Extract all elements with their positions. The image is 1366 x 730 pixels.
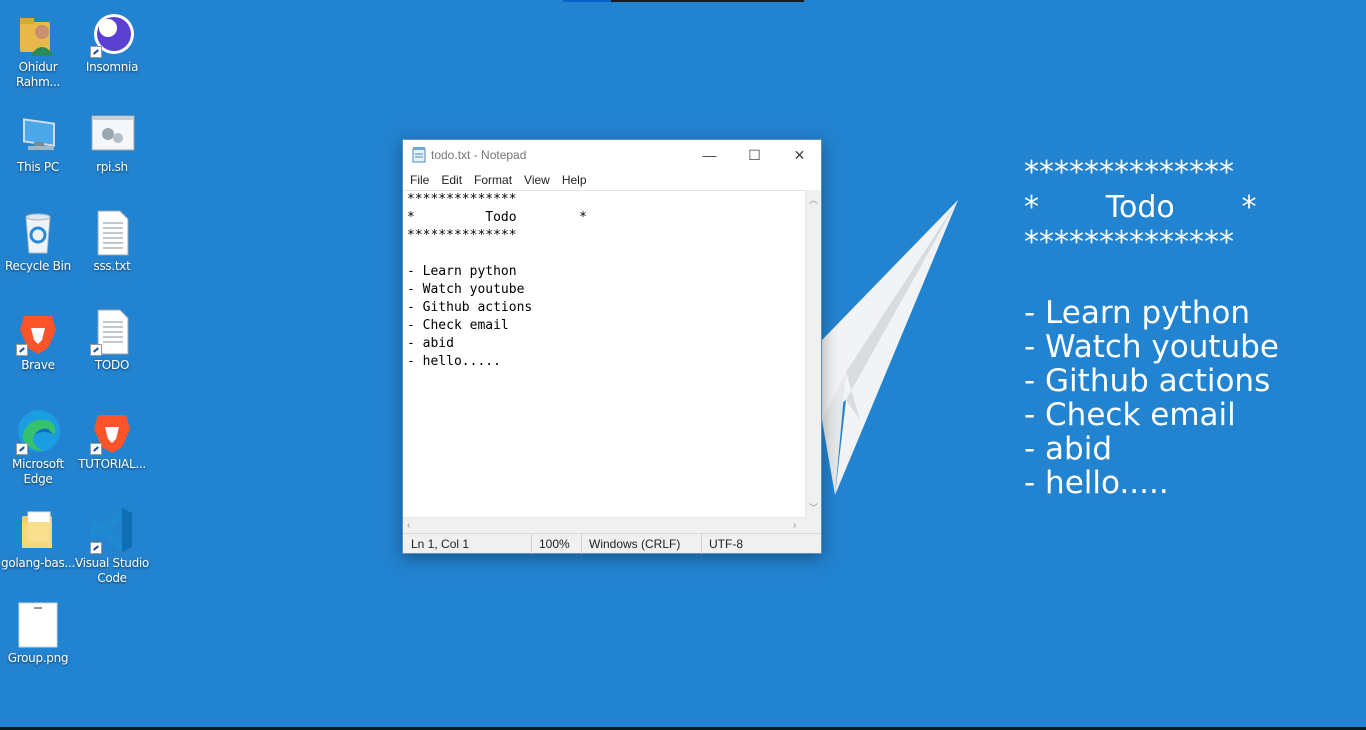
desktop-icon-label: Insomnia: [85, 60, 139, 74]
brave-icon: [88, 407, 136, 455]
wallpaper-item: - Watch youtube: [1024, 329, 1279, 365]
desktop-icon-label: This PC: [17, 160, 59, 174]
shortcut-arrow-icon: [90, 443, 102, 455]
desktop-icon-group-png[interactable]: Group.png: [0, 595, 76, 689]
wallpaper-item: - Github actions: [1024, 363, 1271, 399]
scrollbar-corner: [805, 517, 821, 534]
desktop-icon-sss-txt[interactable]: sss.txt: [74, 203, 150, 297]
insomnia-icon: [88, 10, 136, 58]
menu-file[interactable]: File: [410, 173, 429, 187]
desktop-icon-label: golang-bas...: [1, 556, 75, 570]
wallpaper-item: - Learn python: [1024, 295, 1250, 331]
computer-icon: [14, 110, 62, 158]
menu-bar: File Edit Format View Help: [403, 170, 821, 190]
desktop-icon-label: TODO: [94, 358, 130, 372]
desktop-icon-label: Brave: [21, 358, 55, 372]
desktop-icon-label: Group.png: [7, 651, 69, 665]
close-button[interactable]: ✕: [777, 140, 822, 170]
desktop-icon-tutorial[interactable]: TUTORIAL...: [74, 401, 150, 495]
shortcut-arrow-icon: [16, 443, 28, 455]
vscode-icon: [88, 506, 136, 554]
desktop-icon-microsoft-edge[interactable]: Microsoft Edge: [0, 401, 76, 495]
status-divider: [581, 534, 582, 554]
brave-icon: [14, 308, 62, 356]
shortcut-arrow-icon: [90, 542, 102, 554]
folder-icon: [14, 506, 62, 554]
wallpaper-item: - hello.....: [1024, 465, 1169, 501]
desktop-icon-label: Microsoft Edge: [12, 457, 64, 486]
status-bar: Ln 1, Col 1 100% Windows (CRLF) UTF-8: [403, 533, 821, 554]
desktop-icon-label: rpi.sh: [96, 160, 128, 174]
window-title: todo.txt - Notepad: [431, 148, 527, 162]
notepad-titlebar[interactable]: todo.txt - Notepad — ☐ ✕: [403, 140, 821, 170]
scroll-right-icon[interactable]: ›: [793, 520, 796, 531]
editor-content[interactable]: ************** * Todo * ************** -…: [403, 191, 807, 371]
recycle-bin-icon: [14, 209, 62, 257]
menu-edit[interactable]: Edit: [441, 173, 462, 187]
shell-script-icon: [88, 110, 136, 158]
zoom-level: 100%: [539, 537, 570, 551]
text-file-icon: [88, 308, 136, 356]
horizontal-scrollbar[interactable]: ‹ ›: [403, 517, 805, 534]
desktop-icon-label: Recycle Bin: [5, 259, 71, 273]
maximize-button[interactable]: ☐: [732, 140, 777, 170]
desktop: ************** * Todo * ************** -…: [0, 0, 1366, 730]
line-ending: Windows (CRLF): [589, 537, 681, 551]
desktop-icon-this-pc[interactable]: This PC: [0, 104, 76, 198]
notepad-icon: [412, 147, 426, 163]
shortcut-arrow-icon: [90, 344, 102, 356]
desktop-icon-label: sss.txt: [93, 259, 131, 273]
cursor-position: Ln 1, Col 1: [411, 537, 470, 551]
wallpaper-title-line: * Todo *: [1024, 190, 1257, 225]
wallpaper-item: - abid: [1024, 431, 1113, 467]
desktop-icon-brave[interactable]: Brave: [0, 302, 76, 396]
desktop-icon-label: TUTORIAL...: [78, 457, 146, 471]
vertical-scrollbar[interactable]: ︿ ﹀: [805, 190, 821, 517]
desktop-icon-recycle-bin[interactable]: Recycle Bin: [0, 203, 76, 297]
wallpaper-stars-top: **************: [1024, 155, 1234, 190]
desktop-icon-golang-folder[interactable]: golang-bas...: [0, 500, 76, 594]
scroll-up-icon[interactable]: ︿: [809, 193, 818, 206]
desktop-icon-todo[interactable]: TODO: [74, 302, 150, 396]
edge-icon: [14, 407, 62, 455]
desktop-icon-visual-studio-code[interactable]: Visual Studio Code: [74, 500, 150, 594]
scroll-left-icon[interactable]: ‹: [407, 520, 410, 531]
status-divider: [531, 534, 532, 554]
text-editor-area[interactable]: ************** * Todo * ************** -…: [403, 190, 807, 507]
desktop-icon-label: Ohidur Rahm...: [15, 60, 61, 89]
text-file-icon: [88, 209, 136, 257]
wallpaper-item: - Check email: [1024, 397, 1236, 433]
user-folder-icon: [14, 10, 62, 58]
image-file-icon: [14, 601, 62, 649]
shortcut-arrow-icon: [90, 46, 102, 58]
scroll-down-icon[interactable]: ﹀: [809, 501, 818, 514]
desktop-icon-rpi-sh[interactable]: rpi.sh: [74, 104, 150, 198]
menu-help[interactable]: Help: [562, 173, 587, 187]
desktop-icon-label: Visual Studio Code: [75, 556, 149, 585]
menu-view[interactable]: View: [524, 173, 550, 187]
status-divider: [701, 534, 702, 554]
wallpaper-todo-text: ************** * Todo * ************** -…: [1024, 155, 1279, 501]
notepad-window[interactable]: todo.txt - Notepad — ☐ ✕ File Edit Forma…: [402, 139, 822, 554]
shortcut-arrow-icon: [16, 344, 28, 356]
encoding: UTF-8: [709, 537, 743, 551]
desktop-icon-insomnia[interactable]: Insomnia: [74, 4, 150, 98]
wallpaper-stars-bottom: **************: [1024, 225, 1234, 260]
menu-format[interactable]: Format: [474, 173, 512, 187]
desktop-icon-user-folder[interactable]: Ohidur Rahm...: [0, 4, 76, 98]
minimize-button[interactable]: —: [687, 140, 732, 170]
